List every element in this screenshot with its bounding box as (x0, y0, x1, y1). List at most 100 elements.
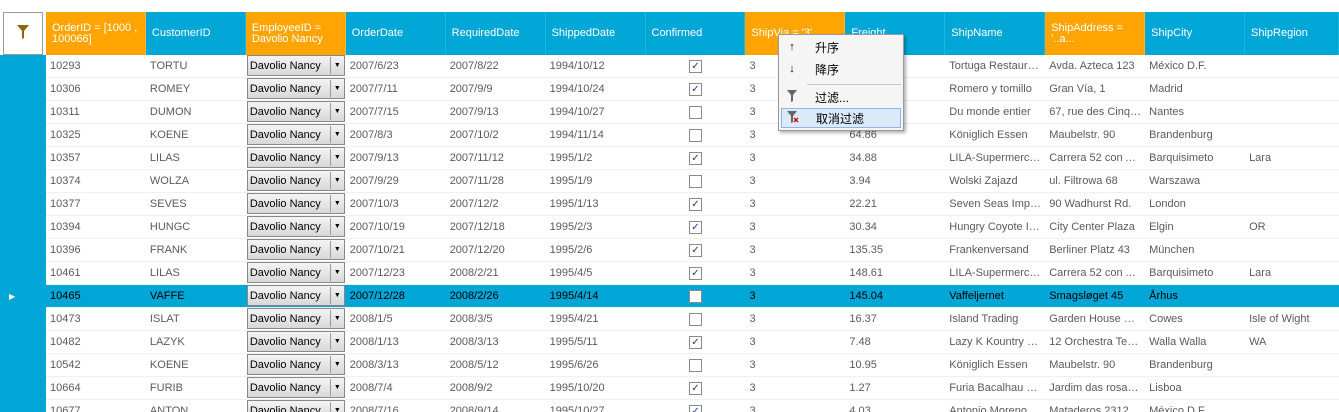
cell-shipregion[interactable] (1245, 55, 1339, 77)
filter-toggle-icon[interactable] (16, 25, 29, 42)
cell-freight[interactable]: 34.88 (845, 147, 945, 169)
cell-shipvia[interactable]: 3 (745, 308, 845, 330)
cell-orderid[interactable]: 10473 (46, 308, 146, 330)
column-header-corner[interactable] (3, 12, 43, 55)
cell-shipaddress[interactable]: Mataderos 2312 (1045, 400, 1145, 412)
cell-orderid[interactable]: 10677 (46, 400, 146, 412)
cell-shipcity[interactable]: Barquisimeto (1145, 262, 1245, 284)
cell-freight[interactable]: 22.21 (845, 193, 945, 215)
cell-orderid[interactable]: 10293 (46, 55, 146, 77)
cell-orderdate[interactable]: 2007/9/29 (346, 170, 446, 192)
cell-orderdate[interactable]: 2007/9/13 (346, 147, 446, 169)
confirmed-checkbox[interactable]: ✓ (688, 267, 702, 280)
cell-shippeddate[interactable]: 1995/1/13 (546, 193, 646, 215)
column-header-confirmed[interactable]: Confirmed (645, 12, 746, 55)
cell-requireddate[interactable]: 2008/2/26 (446, 285, 546, 307)
employee-combobox[interactable]: Davolio Nancy ▼ (246, 400, 345, 412)
cell-requireddate[interactable]: 2007/11/28 (446, 170, 546, 192)
employee-combobox[interactable]: Davolio Nancy ▼ (246, 216, 345, 237)
cell-freight[interactable]: 135.35 (845, 239, 945, 261)
confirmed-checkbox[interactable] (688, 129, 702, 142)
cell-orderid[interactable]: 10542 (46, 354, 146, 376)
cell-shipname[interactable]: LILA-Supermercado (945, 147, 1045, 169)
cell-orderid[interactable]: 10357 (46, 147, 146, 169)
employee-combobox[interactable]: Davolio Nancy ▼ (246, 101, 345, 122)
chevron-down-icon[interactable]: ▼ (329, 80, 344, 97)
cell-shipaddress[interactable]: Maubelstr. 90 (1045, 354, 1145, 376)
chevron-down-icon[interactable]: ▼ (329, 241, 344, 258)
column-header-shipcity[interactable]: ShipCity (1145, 12, 1246, 55)
table-row[interactable]: 10465 VAFFE Davolio Nancy ▼ 2007/12/28 2008/2… (46, 285, 1339, 308)
cell-freight[interactable]: 4.03 (845, 400, 945, 412)
cell-shipname[interactable]: Du monde entier (945, 101, 1045, 123)
cell-orderdate[interactable]: 2008/3/13 (346, 354, 446, 376)
cell-requireddate[interactable]: 2008/2/21 (446, 262, 546, 284)
cell-shipregion[interactable] (1245, 193, 1339, 215)
cell-shipcity[interactable]: Århus (1145, 285, 1245, 307)
cell-shipname[interactable]: Lazy K Kountry Store (945, 331, 1045, 353)
cell-shipregion[interactable]: Lara (1245, 262, 1339, 284)
menu-item-sort-ascending[interactable]: ↑ 升序 (781, 37, 901, 57)
cell-shipvia[interactable]: 3 (745, 239, 845, 261)
cell-shipvia[interactable]: 3 (745, 354, 845, 376)
cell-shipvia[interactable]: 3 (745, 331, 845, 353)
cell-shipaddress[interactable]: Garden House Crowther Way (1045, 308, 1145, 330)
confirmed-checkbox[interactable] (688, 290, 702, 303)
cell-freight[interactable]: 7.48 (845, 331, 945, 353)
cell-orderid[interactable]: 10377 (46, 193, 146, 215)
column-header-shippeddate[interactable]: ShippedDate (545, 12, 646, 55)
cell-shippeddate[interactable]: 1995/6/26 (546, 354, 646, 376)
cell-shippeddate[interactable]: 1994/10/24 (546, 78, 646, 100)
cell-orderid[interactable]: 10482 (46, 331, 146, 353)
cell-customerid[interactable]: VAFFE (146, 285, 246, 307)
cell-shipaddress[interactable]: Jardim das rosas n. 32 (1045, 377, 1145, 399)
cell-shipcity[interactable]: München (1145, 239, 1245, 261)
menu-item-sort-descending[interactable]: ↓ 降序 (781, 59, 901, 79)
confirmed-checkbox[interactable]: ✓ (688, 244, 702, 257)
cell-shippeddate[interactable]: 1995/5/11 (546, 331, 646, 353)
cell-shipvia[interactable]: 3 (745, 377, 845, 399)
table-row[interactable]: 10306 ROMEY Davolio Nancy ▼ 2007/7/11 2007/9/… (46, 78, 1339, 101)
employee-combobox[interactable]: Davolio Nancy ▼ (246, 331, 345, 352)
cell-customerid[interactable]: FURIB (146, 377, 246, 399)
confirmed-checkbox[interactable]: ✓ (688, 382, 702, 395)
cell-shipcity[interactable]: Walla Walla (1145, 331, 1245, 353)
cell-orderdate[interactable]: 2008/1/5 (346, 308, 446, 330)
confirmed-checkbox[interactable] (688, 106, 702, 119)
confirmed-checkbox[interactable]: ✓ (688, 221, 702, 234)
cell-freight[interactable]: 30.34 (845, 216, 945, 238)
cell-orderid[interactable]: 10374 (46, 170, 146, 192)
table-row[interactable]: 10542 KOENE Davolio Nancy ▼ 2008/3/13 2008/5/… (46, 354, 1339, 377)
cell-shipregion[interactable] (1245, 377, 1339, 399)
cell-shipcity[interactable]: Barquisimeto (1145, 147, 1245, 169)
cell-orderid[interactable]: 10396 (46, 239, 146, 261)
cell-customerid[interactable]: FRANK (146, 239, 246, 261)
cell-orderdate[interactable]: 2007/7/15 (346, 101, 446, 123)
cell-shipname[interactable]: Frankenversand (945, 239, 1045, 261)
cell-orderdate[interactable]: 2008/1/13 (346, 331, 446, 353)
cell-shipaddress[interactable]: City Center Plaza (1045, 216, 1145, 238)
cell-shipregion[interactable] (1245, 78, 1339, 100)
cell-shipregion[interactable] (1245, 285, 1339, 307)
cell-requireddate[interactable]: 2007/12/20 (446, 239, 546, 261)
cell-shipvia[interactable]: 3 (745, 147, 845, 169)
cell-shippeddate[interactable]: 1995/4/21 (546, 308, 646, 330)
cell-orderdate[interactable]: 2007/10/19 (346, 216, 446, 238)
cell-orderid[interactable]: 10306 (46, 78, 146, 100)
cell-shipname[interactable]: Wolski Zajazd (945, 170, 1045, 192)
employee-combobox[interactable]: Davolio Nancy ▼ (246, 124, 345, 145)
cell-orderid[interactable]: 10664 (46, 377, 146, 399)
cell-shippeddate[interactable]: 1995/10/20 (546, 377, 646, 399)
cell-shipcity[interactable]: Nantes (1145, 101, 1245, 123)
cell-freight[interactable]: 145.04 (845, 285, 945, 307)
cell-orderid[interactable]: 10465 (46, 285, 146, 307)
cell-customerid[interactable]: KOENE (146, 124, 246, 146)
confirmed-checkbox[interactable]: ✓ (688, 405, 702, 412)
confirmed-checkbox[interactable] (688, 313, 702, 326)
confirmed-checkbox[interactable]: ✓ (688, 198, 702, 211)
cell-shipvia[interactable]: 3 (745, 400, 845, 412)
table-row[interactable]: 10357 LILAS Davolio Nancy ▼ 2007/9/13 2007/11… (46, 147, 1339, 170)
column-header-employeeid[interactable]: EmployeeID = Davolio Nancy (245, 12, 346, 55)
cell-shipname[interactable]: Furia Bacalhau e Frutos do Mar (945, 377, 1045, 399)
cell-freight[interactable]: 3.94 (845, 170, 945, 192)
